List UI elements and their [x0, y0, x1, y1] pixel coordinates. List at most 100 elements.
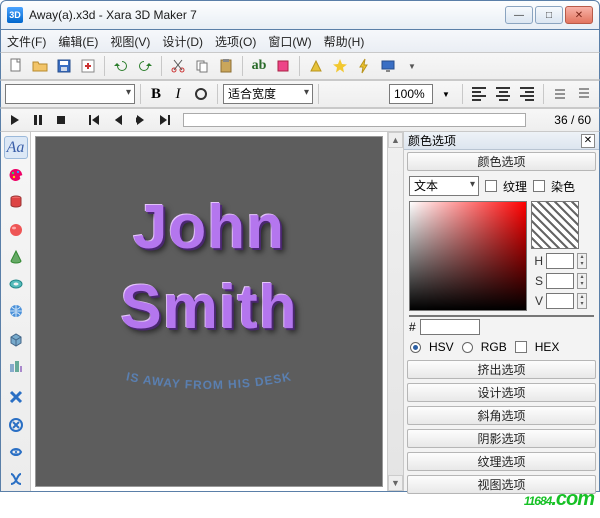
- export-icon[interactable]: [77, 55, 99, 77]
- menubar: 文件(F) 编辑(E) 视图(V) 设计(D) 选项(O) 窗口(W) 帮助(H…: [0, 30, 600, 52]
- watermark: 11684.com: [524, 475, 594, 514]
- hex-mode-label: HEX: [535, 340, 560, 354]
- h-spinner[interactable]: ▴▾: [577, 253, 587, 269]
- redo-icon[interactable]: [134, 55, 156, 77]
- color-target-select[interactable]: 文本: [409, 176, 479, 196]
- buildings-tool-icon[interactable]: [4, 354, 28, 377]
- italic-button[interactable]: I: [168, 86, 188, 103]
- section-texture-button[interactable]: 纹理选项: [407, 452, 596, 471]
- text-style-tool[interactable]: Aa: [4, 136, 28, 159]
- hue-slider[interactable]: [409, 315, 594, 317]
- outline-button[interactable]: [190, 83, 212, 105]
- play-button[interactable]: [5, 111, 25, 129]
- section-bevel-button[interactable]: 斜角选项: [407, 406, 596, 425]
- x-tool-3-icon[interactable]: [4, 440, 28, 463]
- zoom-value[interactable]: 100%: [389, 84, 433, 104]
- section-shadow-button[interactable]: 阴影选项: [407, 429, 596, 448]
- font-select[interactable]: [5, 84, 135, 104]
- screen-icon[interactable]: [377, 55, 399, 77]
- hsv-radio[interactable]: [410, 342, 421, 353]
- align-center-button[interactable]: [492, 83, 514, 105]
- canvas-text-line2: Smith: [120, 272, 297, 343]
- cut-icon[interactable]: [167, 55, 189, 77]
- undo-icon[interactable]: [110, 55, 132, 77]
- text-tool-icon[interactable]: ab: [248, 55, 270, 77]
- globe-tool-icon[interactable]: [4, 300, 28, 323]
- section-design-button[interactable]: 设计选项: [407, 383, 596, 402]
- stop-button[interactable]: [51, 111, 71, 129]
- left-toolbar: Aa: [1, 132, 31, 491]
- spacing-1-button[interactable]: [549, 83, 571, 105]
- v-spinner[interactable]: ▴▾: [577, 293, 587, 309]
- palette-tool-icon[interactable]: [4, 163, 28, 186]
- cone-tool-icon[interactable]: [4, 245, 28, 268]
- canvas-scrollbar[interactable]: ▲ ▼: [387, 132, 403, 491]
- v-input[interactable]: [546, 293, 574, 309]
- section-color-button[interactable]: 颜色选项: [407, 152, 596, 171]
- new-icon[interactable]: [5, 55, 27, 77]
- dye-checkbox[interactable]: [533, 180, 545, 192]
- hsv-label: HSV: [429, 340, 454, 354]
- texture-checkbox[interactable]: [485, 180, 497, 192]
- spacing-2-button[interactable]: [573, 83, 595, 105]
- panel-close-icon[interactable]: ✕: [581, 134, 595, 148]
- align-left-button[interactable]: [468, 83, 490, 105]
- s-label: S: [531, 274, 543, 288]
- align-right-button[interactable]: [516, 83, 538, 105]
- menu-help[interactable]: 帮助(H): [324, 33, 365, 50]
- torus-tool-icon[interactable]: [4, 273, 28, 296]
- animate-icon[interactable]: [305, 55, 327, 77]
- panel-title: 颜色选项: [408, 132, 456, 149]
- titlebar: 3D Away(a).x3d - Xara 3D Maker 7 — □ ✕: [0, 0, 600, 30]
- save-icon[interactable]: [53, 55, 75, 77]
- hex-checkbox[interactable]: [515, 341, 527, 353]
- open-icon[interactable]: [29, 55, 51, 77]
- section-extrude-button[interactable]: 挤出选项: [407, 360, 596, 379]
- canvas-tagline: IS AWAY FROM HIS DESK: [74, 359, 344, 399]
- sphere-tool-icon[interactable]: [4, 218, 28, 241]
- x-tool-1-icon[interactable]: [4, 386, 28, 409]
- first-frame-button[interactable]: [85, 111, 105, 129]
- s-input[interactable]: [546, 273, 574, 289]
- tool-a-icon[interactable]: [272, 55, 294, 77]
- texture-label: 纹理: [503, 178, 527, 195]
- h-input[interactable]: [546, 253, 574, 269]
- canvas[interactable]: John Smith IS AWAY FROM HIS DESK: [35, 136, 383, 487]
- next-frame-button[interactable]: [131, 111, 151, 129]
- minimize-button[interactable]: —: [505, 6, 533, 24]
- menu-window[interactable]: 窗口(W): [268, 33, 311, 50]
- rgb-radio[interactable]: [462, 342, 473, 353]
- x-tool-4-icon[interactable]: [4, 468, 28, 491]
- options-panel: 颜色选项 ✕ 颜色选项 文本 纹理 染色 H▴▾ S▴▾ V▴▾ # H: [403, 132, 599, 491]
- copy-icon[interactable]: [191, 55, 213, 77]
- scroll-down-icon[interactable]: ▼: [388, 475, 403, 491]
- x-tool-2-icon[interactable]: [4, 413, 28, 436]
- frame-slider[interactable]: [183, 113, 526, 127]
- maximize-button[interactable]: □: [535, 6, 563, 24]
- hex-input[interactable]: [420, 319, 480, 335]
- pattern-swatch[interactable]: [531, 201, 579, 249]
- effect-icon[interactable]: [329, 55, 351, 77]
- fit-select[interactable]: 适合宽度: [223, 84, 313, 104]
- zoom-dropdown-icon[interactable]: ▼: [435, 83, 457, 105]
- scroll-up-icon[interactable]: ▲: [388, 132, 403, 148]
- dye-label: 染色: [551, 178, 575, 195]
- pause-button[interactable]: [28, 111, 48, 129]
- menu-design[interactable]: 设计(D): [162, 33, 203, 50]
- cylinder-tool-icon[interactable]: [4, 191, 28, 214]
- lightning-icon[interactable]: [353, 55, 375, 77]
- menu-view[interactable]: 视图(V): [110, 33, 150, 50]
- bold-button[interactable]: B: [146, 86, 166, 103]
- menu-edit[interactable]: 编辑(E): [58, 33, 98, 50]
- menu-options[interactable]: 选项(O): [215, 33, 256, 50]
- color-gradient-picker[interactable]: [409, 201, 527, 311]
- dropdown-icon[interactable]: ▼: [401, 55, 423, 77]
- prev-frame-button[interactable]: [108, 111, 128, 129]
- menu-file[interactable]: 文件(F): [7, 33, 46, 50]
- svg-text:IS AWAY FROM HIS DESK: IS AWAY FROM HIS DESK: [125, 369, 293, 392]
- last-frame-button[interactable]: [154, 111, 174, 129]
- close-button[interactable]: ✕: [565, 6, 593, 24]
- cube-tool-icon[interactable]: [4, 327, 28, 350]
- s-spinner[interactable]: ▴▾: [577, 273, 587, 289]
- paste-icon[interactable]: [215, 55, 237, 77]
